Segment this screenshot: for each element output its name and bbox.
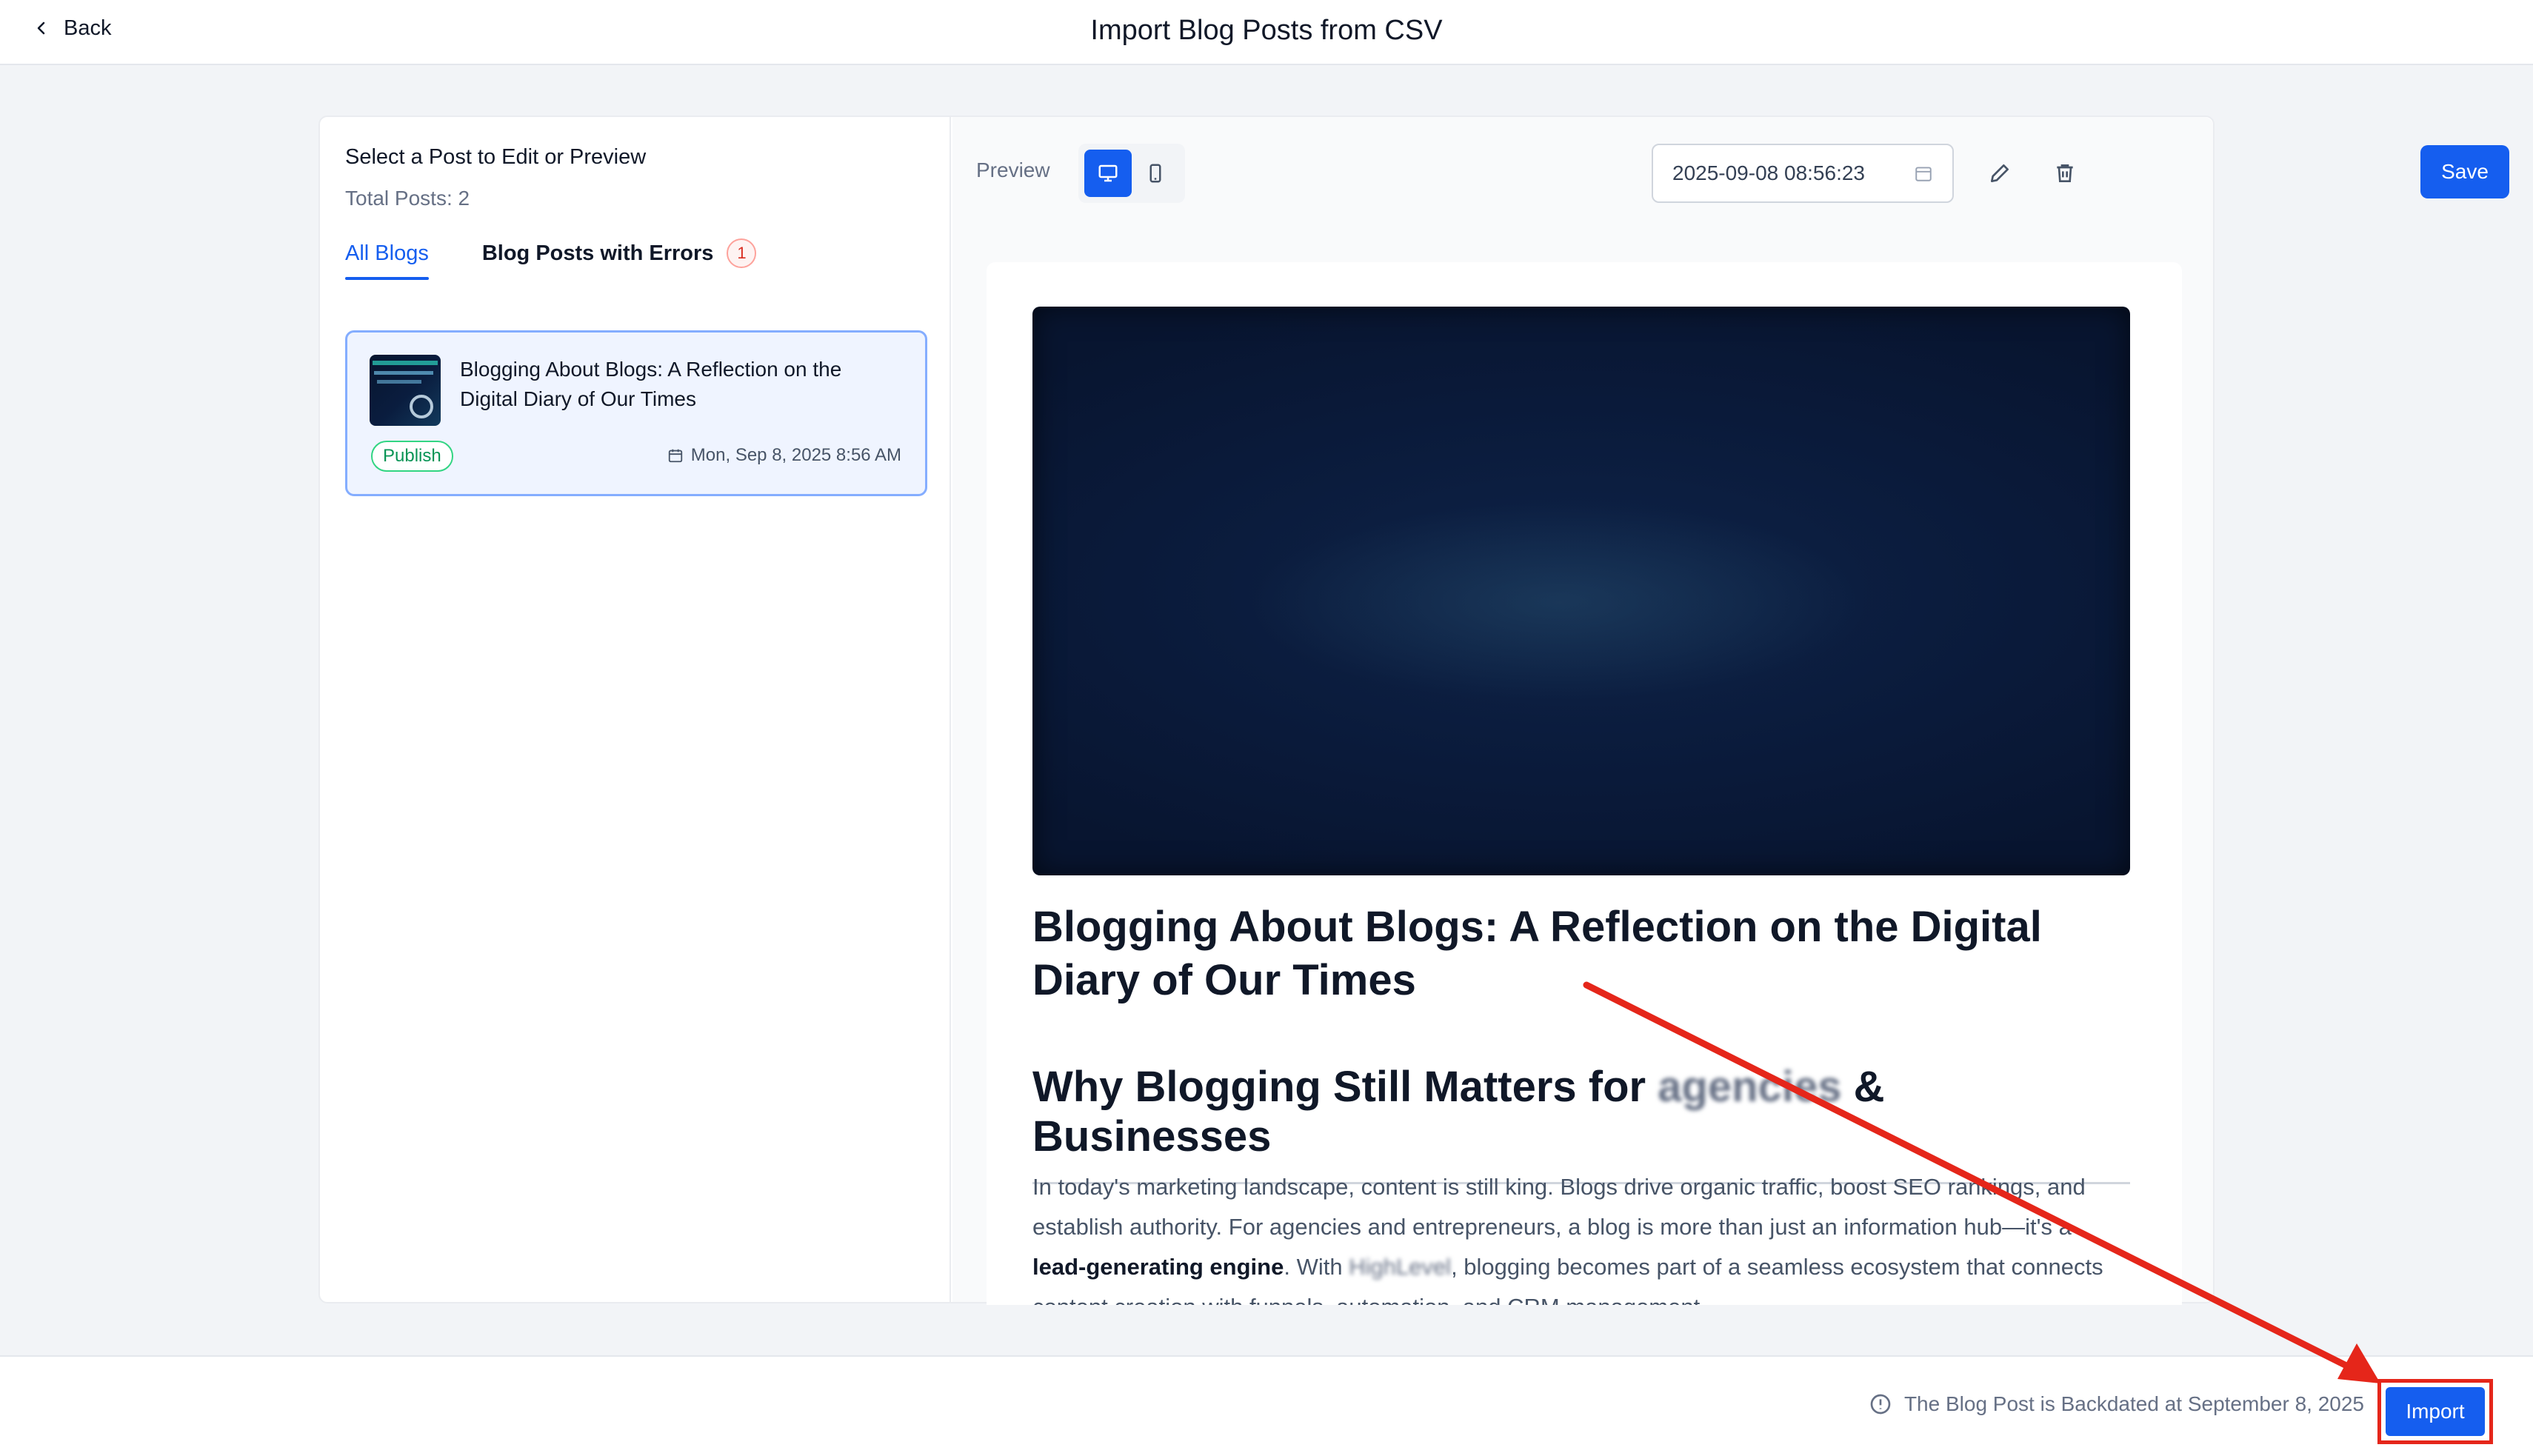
tab-errors[interactable]: Blog Posts with Errors 1 <box>481 238 757 280</box>
post-thumbnail <box>370 355 441 426</box>
status-badge: Publish <box>371 441 453 472</box>
save-button[interactable]: Save <box>2420 145 2509 198</box>
tab-all-blogs[interactable]: All Blogs <box>345 241 429 280</box>
post-list-panel: Select a Post to Edit or Preview Total P… <box>320 117 951 1302</box>
error-count-badge: 1 <box>727 238 757 268</box>
info-icon <box>1870 1394 1891 1415</box>
pencil-icon <box>1991 164 2009 182</box>
paragraph-bold: lead-generating engine <box>1032 1254 1284 1280</box>
edit-button[interactable] <box>1979 153 2020 194</box>
preview-subheading: Why Blogging Still Matters for agencies … <box>1032 1062 2130 1184</box>
device-toggle <box>1078 144 1185 203</box>
post-date-text: Mon, Sep 8, 2025 8:56 AM <box>690 445 901 465</box>
redacted-text: agencies <box>1658 1063 1842 1111</box>
mobile-view-button[interactable] <box>1132 150 1179 197</box>
redacted-text: HighLevel <box>1349 1254 1452 1280</box>
preview-label: Preview <box>976 158 1050 181</box>
calendar-icon <box>1915 167 1932 181</box>
trash-icon <box>2057 164 2073 182</box>
tab-label: All Blogs <box>345 241 429 265</box>
calendar-icon <box>668 449 682 463</box>
preview-paragraph: In today's marketing landscape, content … <box>1032 1167 2130 1305</box>
preview-panel: Preview 2025-09-08 08:56:23 Save Bloggin… <box>952 117 2509 1305</box>
paragraph-text: . With <box>1284 1254 1343 1280</box>
post-item-title: Blogging About Blogs: A Reflection on th… <box>460 358 842 410</box>
page-title: Import Blog Posts from CSV <box>1090 15 1443 46</box>
footer-bar: The Blog Post is Backdated at September … <box>0 1355 2533 1456</box>
paragraph-text: In today's marketing landscape, content … <box>1032 1174 2086 1240</box>
import-highlight: Import <box>2377 1379 2493 1444</box>
post-tabs: All Blogs Blog Posts with Errors 1 <box>345 238 757 286</box>
import-button[interactable]: Import <box>2386 1387 2485 1436</box>
top-bar: Back Import Blog Posts from CSV <box>0 0 2533 65</box>
preview-title: Blogging About Blogs: A Reflection on th… <box>1032 903 2042 1004</box>
mobile-icon <box>1149 164 1161 183</box>
delete-button[interactable] <box>2044 153 2086 194</box>
blog-preview: Blogging About Blogs: A Reflection on th… <box>987 262 2182 1305</box>
backdate-notice: The Blog Post is Backdated at September … <box>1869 1392 2364 1416</box>
featured-image <box>1032 307 2130 875</box>
backdate-text: The Blog Post is Backdated at September … <box>1903 1392 2364 1415</box>
import-card: Select a Post to Edit or Preview Total P… <box>318 116 2509 1305</box>
desktop-icon <box>1098 164 1118 182</box>
post-list-heading: Select a Post to Edit or Preview <box>345 145 647 169</box>
tab-label: Blog Posts with Errors <box>481 241 714 265</box>
desktop-view-button[interactable] <box>1084 150 1132 197</box>
datetime-value: 2025-09-08 08:56:23 <box>1672 161 1865 184</box>
publish-datetime-input[interactable]: 2025-09-08 08:56:23 <box>1652 144 1954 203</box>
post-list-item[interactable]: Blogging About Blogs: A Reflection on th… <box>345 330 927 496</box>
post-item-date: Mon, Sep 8, 2025 8:56 AM <box>667 445 901 466</box>
subheading-text: Why Blogging Still Matters for <box>1032 1063 1646 1111</box>
total-posts: Total Posts: 2 <box>345 187 470 210</box>
